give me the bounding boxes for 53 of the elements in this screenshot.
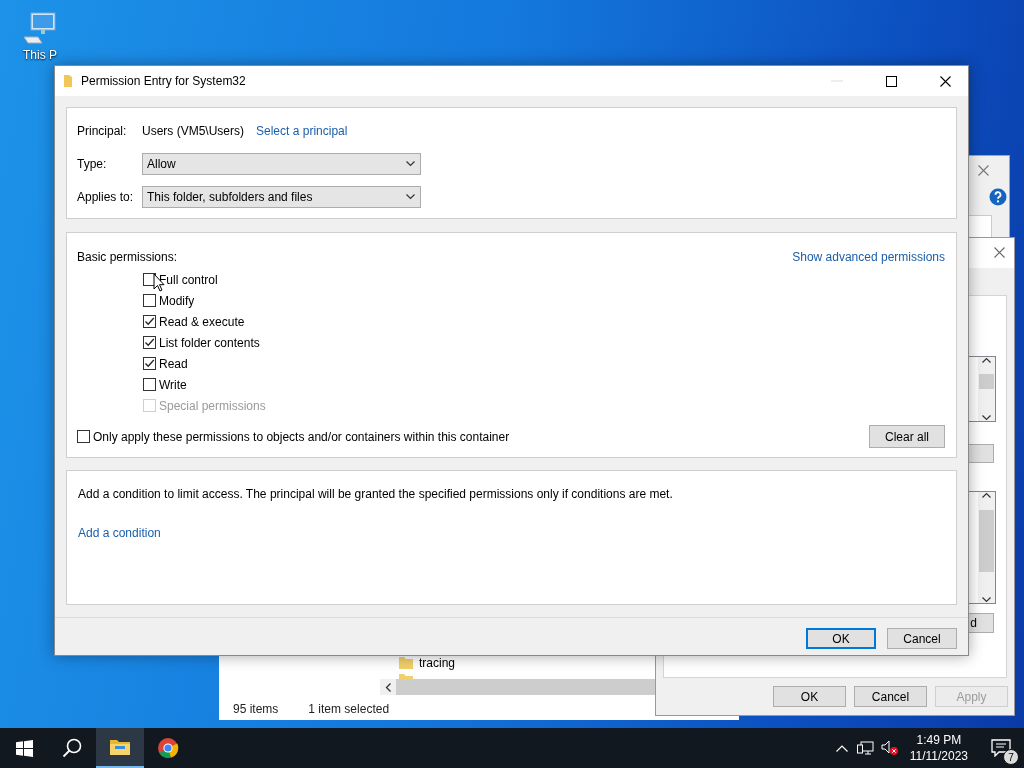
help-icon[interactable] [989,188,1007,206]
caret-icon [406,194,415,200]
maximize-icon [885,75,897,87]
folder-icon [63,74,73,88]
caret-icon [406,161,415,167]
checkbox-label: Read & execute [159,314,245,329]
checkbox[interactable] [143,378,156,391]
checkbox-label: Modify [159,293,195,308]
network-icon[interactable] [857,740,875,756]
advanced-permissions-link[interactable]: Show advanced permissions [792,250,945,264]
notification-count: 7 [1003,749,1019,765]
applies-to-dropdown[interactable]: This folder, subfolders and files [142,186,421,208]
field-label: Type: [77,157,107,171]
dialog-button[interactable]: OK [773,686,846,707]
checkbox-label: Special permissions [159,398,266,413]
close-icon [939,75,951,87]
section-heading: Basic permissions: [77,250,178,264]
checkbox[interactable] [143,336,156,349]
search-icon[interactable] [62,738,82,758]
checkbox[interactable] [77,430,90,443]
checkbox-label: Full control [159,272,218,287]
checkbox-label: Write [159,377,187,392]
dialog-button[interactable]: Cancel [854,686,927,707]
checkbox[interactable] [143,294,156,307]
checkbox-label: Read [159,356,188,371]
type-dropdown[interactable]: Allow [142,153,421,175]
condition-text: Add a condition to limit access. The principal will be granted the specified permissions only if conditions are met. [78,487,674,501]
field-label: Principal: [77,124,127,138]
dialog-button[interactable]: OK [806,628,876,649]
status-text: 95 items [233,702,279,716]
browser-icon[interactable] [157,737,179,759]
status-text: 1 item selected [308,702,390,716]
field-label: Applies to: [77,190,134,204]
clock-date[interactable]: 11/11/2023 [909,748,968,764]
principal-name: Users (VM5\Users) [142,124,244,138]
file-name[interactable]: tracing [419,656,456,670]
windows-logo-icon[interactable] [15,739,33,757]
chevron-up-icon[interactable] [835,744,848,752]
volume-muted-icon[interactable] [880,740,899,756]
checkbox-label: Only apply these permissions to objects and/or containers within this container [93,429,510,444]
add-condition-link[interactable]: Add a condition [78,526,161,540]
checkbox[interactable] [143,357,156,370]
select-principal-link[interactable]: Select a principal [256,124,348,138]
folder-icon[interactable] [109,738,131,756]
clock-time[interactable]: 1:49 PM [916,732,962,748]
checkbox[interactable] [143,315,156,328]
computer-icon[interactable] [22,10,58,46]
dialog-button[interactable]: Cancel [887,628,957,649]
window-title: Permission Entry for System32 [81,74,247,88]
scroll-left-icon[interactable] [384,682,392,692]
clear-all-button[interactable]: Clear all [869,425,945,448]
icon-label: This P [23,48,57,62]
checkbox-label: List folder contents [159,335,260,350]
